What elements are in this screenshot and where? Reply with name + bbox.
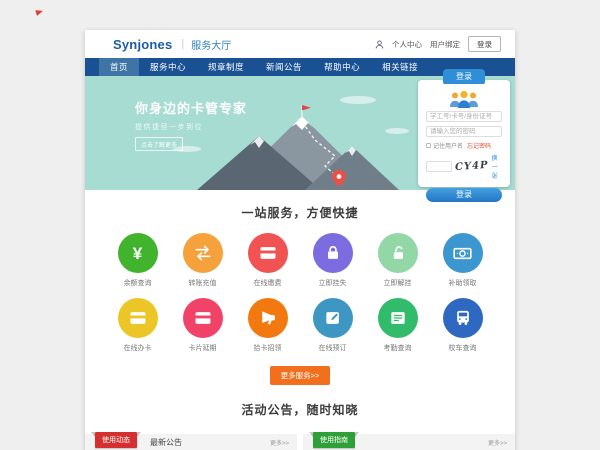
service-item[interactable]: 考勤查询 [365, 298, 430, 353]
banknote-icon[interactable] [443, 233, 483, 273]
nav-item-home[interactable]: 首页 [99, 58, 139, 76]
service-label: 在线办卡 [124, 343, 152, 353]
header-right: 个人中心 用户绑定 登录 [375, 36, 501, 52]
unlock-icon[interactable] [378, 233, 418, 273]
user-icon [375, 40, 384, 49]
logo-arrow-icon [35, 8, 44, 16]
login-submit-button[interactable]: 登录 [426, 188, 502, 202]
site-name: 服务大厅 [191, 37, 231, 52]
remember-label: 记住用户名 [433, 141, 463, 150]
remember-checkbox[interactable] [426, 143, 431, 148]
login-panel: 登录 记住用户名 忘记密码 CY4P 换一张 登录 [418, 80, 510, 187]
hero-subtitle: 提供捷径一步到位 [135, 122, 247, 132]
hero-title: 你身边的卡管专家 [135, 98, 247, 117]
service-item[interactable]: 拾卡招领 [235, 298, 300, 353]
service-label: 校车查询 [449, 343, 477, 353]
hero-banner: 你身边的卡管专家 提供捷径一步到位 点击了解更多 登录 记住用户名 忘记密码 [85, 76, 515, 190]
service-label: 立即挂失 [319, 278, 347, 288]
password-input[interactable] [426, 126, 502, 137]
hero-cta-button[interactable]: 点击了解更多 [135, 137, 183, 151]
header: Synjones | 服务大厅 个人中心 用户绑定 登录 [85, 30, 515, 58]
more-services-button[interactable]: 更多服务>> [270, 366, 331, 385]
service-label: 立即解挂 [384, 278, 412, 288]
service-item[interactable]: 在线办卡 [105, 298, 170, 353]
service-label: 转账充值 [189, 278, 217, 288]
service-item[interactable]: 在线缴费 [235, 233, 300, 288]
logo-text: Synjones [113, 37, 172, 52]
captcha-input[interactable] [426, 161, 452, 172]
bank-card-icon[interactable] [183, 298, 223, 338]
more-link-left[interactable]: 更多>> [270, 438, 289, 447]
more-link-right[interactable]: 更多>> [488, 438, 507, 447]
nav-item-rules[interactable]: 规章制度 [197, 58, 255, 76]
lock-icon[interactable] [313, 233, 353, 273]
services-section: 一站服务，方便快捷 ¥ 余额查询 转账充值 在线缴费 立即挂失 立即解挂 补助领取在线办卡 卡… [85, 190, 515, 395]
service-item[interactable]: 补助领取 [430, 233, 495, 288]
bank-card-icon[interactable] [248, 233, 288, 273]
page: Synjones | 服务大厅 个人中心 用户绑定 登录 首页 服务中心 规章制… [85, 30, 515, 450]
captcha-row: CY4P 换一张 [426, 153, 502, 180]
announcement-panel-left: 使用动态 最新公告 更多>> [85, 434, 297, 450]
nav-item-news[interactable]: 新闻公告 [255, 58, 313, 76]
cloud-icon [340, 96, 376, 104]
link-personal-center[interactable]: 个人中心 [392, 39, 422, 50]
services-grid: ¥ 余额查询 转账充值 在线缴费 立即挂失 立即解挂 补助领取在线办卡 卡片延期 拾卡招领 在线预… [85, 233, 515, 353]
header-login-button[interactable]: 登录 [468, 36, 501, 52]
service-item[interactable]: 转账充值 [170, 233, 235, 288]
service-item[interactable]: 在线预订 [300, 298, 365, 353]
logo-divider: | [181, 38, 184, 50]
announcements-section: 活动公告，随时知晓 使用动态 最新公告 更多>> 使用指南 更多>> [85, 395, 515, 450]
service-label: 余额查询 [124, 278, 152, 288]
service-label: 在线缴费 [254, 278, 282, 288]
service-label: 卡片延期 [189, 343, 217, 353]
yuan-icon[interactable]: ¥ [118, 233, 158, 273]
logo[interactable]: Synjones | 服务大厅 [113, 37, 231, 52]
latest-announcements-tab[interactable]: 最新公告 [150, 437, 182, 448]
service-label: 补助领取 [449, 278, 477, 288]
services-title: 一站服务，方便快捷 [85, 198, 515, 233]
more-services-wrap: 更多服务>> [85, 353, 515, 395]
service-item[interactable]: 卡片延期 [170, 298, 235, 353]
bank-card-icon[interactable] [118, 298, 158, 338]
ribbon-usage-guide[interactable]: 使用指南 [313, 432, 355, 448]
service-label: 考勤查询 [384, 343, 412, 353]
nav-item-service-center[interactable]: 服务中心 [139, 58, 197, 76]
service-item[interactable]: 立即挂失 [300, 233, 365, 288]
announcement-panel-right: 使用指南 更多>> [303, 434, 515, 450]
users-group-icon [447, 90, 481, 108]
transfer-icon[interactable] [183, 233, 223, 273]
service-label: 在线预订 [319, 343, 347, 353]
nav-item-help-center[interactable]: 帮助中心 [313, 58, 371, 76]
nav-item-links[interactable]: 相关链接 [371, 58, 429, 76]
login-options-row: 记住用户名 忘记密码 [426, 141, 502, 150]
service-item[interactable]: ¥ 余额查询 [105, 233, 170, 288]
service-label: 拾卡招领 [254, 343, 282, 353]
service-item[interactable]: 立即解挂 [365, 233, 430, 288]
login-tab[interactable]: 登录 [443, 69, 485, 84]
hero-text: 你身边的卡管专家 提供捷径一步到位 点击了解更多 [135, 98, 247, 152]
edit-icon[interactable] [313, 298, 353, 338]
announcements-title: 活动公告，随时知晓 [85, 395, 515, 430]
announcement-bars: 使用动态 最新公告 更多>> 使用指南 更多>> [85, 434, 515, 450]
attendance-icon[interactable] [378, 298, 418, 338]
captcha-image: CY4P [455, 160, 489, 173]
service-item[interactable]: 校车查询 [430, 298, 495, 353]
megaphone-icon[interactable] [248, 298, 288, 338]
link-user-binding[interactable]: 用户绑定 [430, 39, 460, 50]
captcha-refresh-link[interactable]: 换一张 [492, 153, 502, 180]
bus-icon[interactable] [443, 298, 483, 338]
forgot-password-link[interactable]: 忘记密码 [467, 141, 491, 150]
ribbon-usage-news[interactable]: 使用动态 [95, 432, 137, 448]
username-input[interactable] [426, 111, 502, 122]
